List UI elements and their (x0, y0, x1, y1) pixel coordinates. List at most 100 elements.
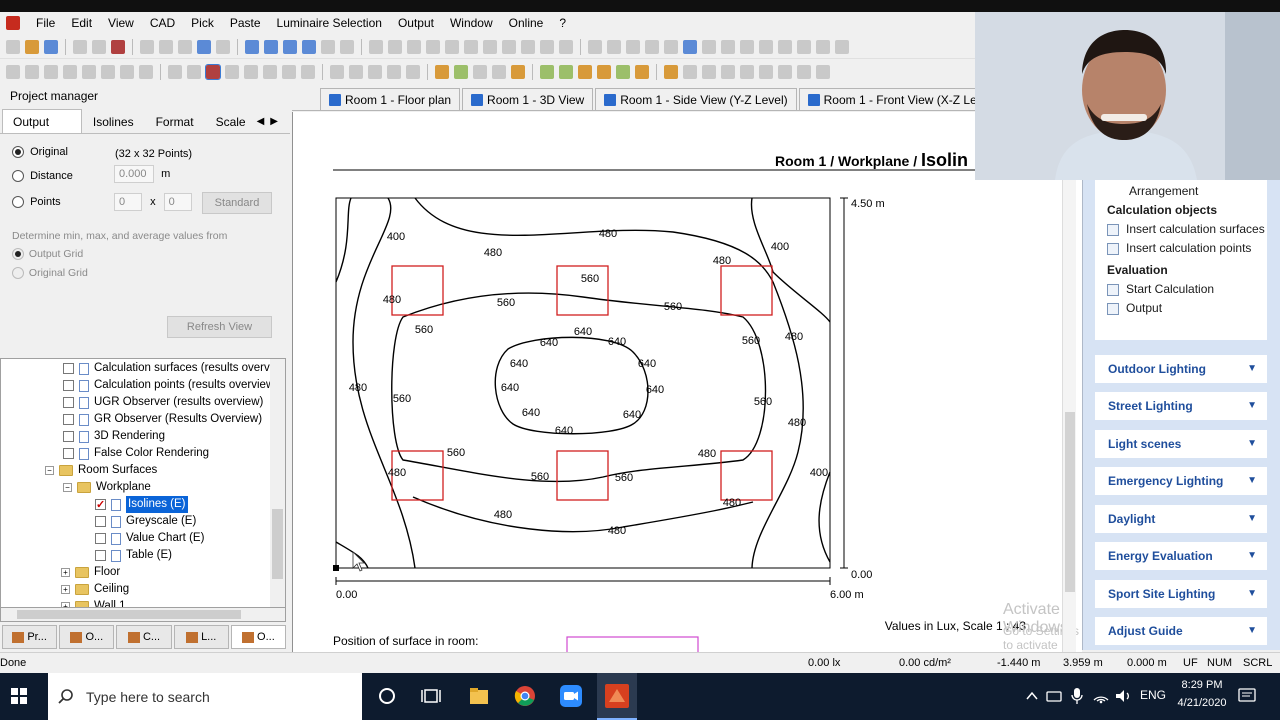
tree-item[interactable]: + Floor (61, 564, 120, 581)
view-side-icon[interactable] (283, 39, 297, 54)
view-front-icon[interactable] (302, 39, 316, 54)
distance-field[interactable]: 0.000 (114, 165, 154, 183)
menu-luminaire-selection[interactable]: Luminaire Selection (269, 12, 390, 34)
view-floor-icon[interactable] (264, 39, 278, 54)
tool-icon[interactable] (740, 39, 754, 54)
microphone-icon[interactable] (1071, 687, 1083, 705)
volume-icon[interactable] (1115, 688, 1133, 704)
select-icon[interactable] (6, 65, 20, 79)
zoom-icon[interactable] (406, 65, 420, 79)
insert-calc-points-link[interactable]: Insert calculation points (1107, 241, 1267, 255)
wifi-icon[interactable] (1093, 688, 1109, 704)
copy-icon[interactable] (159, 39, 173, 54)
object-icon[interactable] (511, 65, 525, 79)
draw-icon[interactable] (282, 65, 296, 79)
canvas-vertical-scrollbar[interactable] (1062, 112, 1076, 652)
object-icon[interactable] (664, 65, 678, 79)
taskbar-time[interactable]: 8:29 PM (1172, 679, 1232, 691)
file-explorer-icon[interactable] (469, 687, 489, 705)
draw-icon[interactable] (263, 65, 277, 79)
original-radio[interactable] (12, 146, 24, 159)
tree-item[interactable]: + Wall 1 (61, 598, 126, 607)
active-tool-icon[interactable] (205, 64, 221, 80)
expand-icon[interactable]: + (61, 568, 70, 577)
taskbar-active-app[interactable] (597, 673, 637, 720)
tool-icon[interactable] (483, 39, 497, 54)
section-energy-evaluation[interactable]: Energy Evaluation ▼ (1095, 542, 1267, 570)
taskbar-date[interactable]: 4/21/2020 (1172, 697, 1232, 709)
original-grid-radio[interactable] (12, 267, 24, 280)
redo-icon[interactable] (216, 39, 230, 54)
object-icon[interactable] (454, 65, 468, 79)
section-adjust-guide[interactable]: Adjust Guide ▼ (1095, 617, 1267, 645)
object-icon[interactable] (778, 65, 792, 79)
select-icon[interactable] (120, 65, 134, 79)
tab-scale[interactable]: Scale (205, 109, 257, 133)
tree-item[interactable]: GR Observer (Results Overview) (63, 411, 262, 428)
tree-item[interactable]: − Workplane (63, 479, 151, 496)
tool-icon[interactable] (388, 39, 402, 54)
expand-icon[interactable]: + (61, 585, 70, 594)
tree-item[interactable]: Table (E) (95, 547, 172, 564)
tool-icon[interactable] (664, 39, 678, 54)
output-page-canvas[interactable]: Room 1 / Workplane / Isolin 400 480 480 (292, 112, 1082, 666)
object-icon[interactable] (683, 65, 697, 79)
tree-item[interactable]: False Color Rendering (63, 445, 209, 462)
tree-checkbox[interactable] (63, 431, 74, 442)
tool-icon[interactable] (607, 39, 621, 54)
section-emergency-lighting[interactable]: Emergency Lighting ▼ (1095, 467, 1267, 495)
tab-luminaires[interactable]: L... (173, 625, 229, 649)
menu-paste[interactable]: Paste (222, 12, 269, 34)
menu-edit[interactable]: Edit (63, 12, 100, 34)
distance-radio[interactable] (12, 170, 24, 183)
menu-window[interactable]: Window (442, 12, 501, 34)
tray-device-icon[interactable] (1046, 689, 1062, 703)
section-sport-site-lighting[interactable]: Sport Site Lighting ▼ (1095, 580, 1267, 608)
zoom-icon[interactable] (330, 65, 344, 79)
tree-item[interactable]: − Room Surfaces (45, 462, 157, 479)
tool-icon[interactable] (645, 39, 659, 54)
task-view-icon[interactable] (421, 687, 441, 705)
refresh-view-button[interactable]: Refresh View (167, 316, 272, 338)
input-language[interactable]: ENG (1140, 688, 1166, 702)
object-icon[interactable] (597, 65, 611, 79)
output-link[interactable]: Output (1107, 301, 1267, 315)
tab-front-view[interactable]: Room 1 - Front View (X-Z Level) (798, 88, 975, 110)
draw-icon[interactable] (168, 65, 182, 79)
scrollbar-thumb[interactable] (17, 610, 241, 619)
object-icon[interactable] (721, 65, 735, 79)
tree-checkbox[interactable] (63, 448, 74, 459)
collapse-icon[interactable]: − (45, 466, 54, 475)
draw-icon[interactable] (301, 65, 315, 79)
print-icon[interactable] (73, 39, 87, 54)
tool-icon[interactable] (426, 39, 440, 54)
tool-icon[interactable] (407, 39, 421, 54)
menu-help[interactable]: ? (551, 12, 574, 34)
menu-view[interactable]: View (100, 12, 142, 34)
insert-calc-surfaces-link[interactable]: Insert calculation surfaces (1107, 222, 1267, 236)
tree-checkbox[interactable] (63, 414, 74, 425)
save-icon[interactable] (44, 39, 58, 54)
tool-icon[interactable] (721, 39, 735, 54)
tool-icon[interactable] (702, 39, 716, 54)
tool-icon[interactable] (626, 39, 640, 54)
tab-output-grid[interactable]: Output grid (2, 109, 82, 153)
object-icon[interactable] (740, 65, 754, 79)
object-icon[interactable] (559, 65, 573, 79)
tree-checkbox[interactable] (95, 533, 106, 544)
tab-side-view[interactable]: Room 1 - Side View (Y-Z Level) (595, 88, 797, 110)
tool-icon[interactable] (797, 39, 811, 54)
open-folder-icon[interactable] (25, 39, 39, 54)
tree-checkbox[interactable] (95, 550, 106, 561)
collapse-icon[interactable]: − (63, 483, 72, 492)
select-icon[interactable] (25, 65, 39, 79)
tool-icon[interactable] (683, 39, 697, 54)
tab-objects[interactable]: O... (59, 625, 115, 649)
chrome-icon[interactable] (514, 685, 536, 707)
object-icon[interactable] (759, 65, 773, 79)
section-street-lighting[interactable]: Street Lighting ▼ (1095, 392, 1267, 420)
start-calculation-link[interactable]: Start Calculation (1107, 282, 1267, 296)
menu-output[interactable]: Output (390, 12, 442, 34)
select-icon[interactable] (139, 65, 153, 79)
print-preview-icon[interactable] (92, 39, 106, 54)
